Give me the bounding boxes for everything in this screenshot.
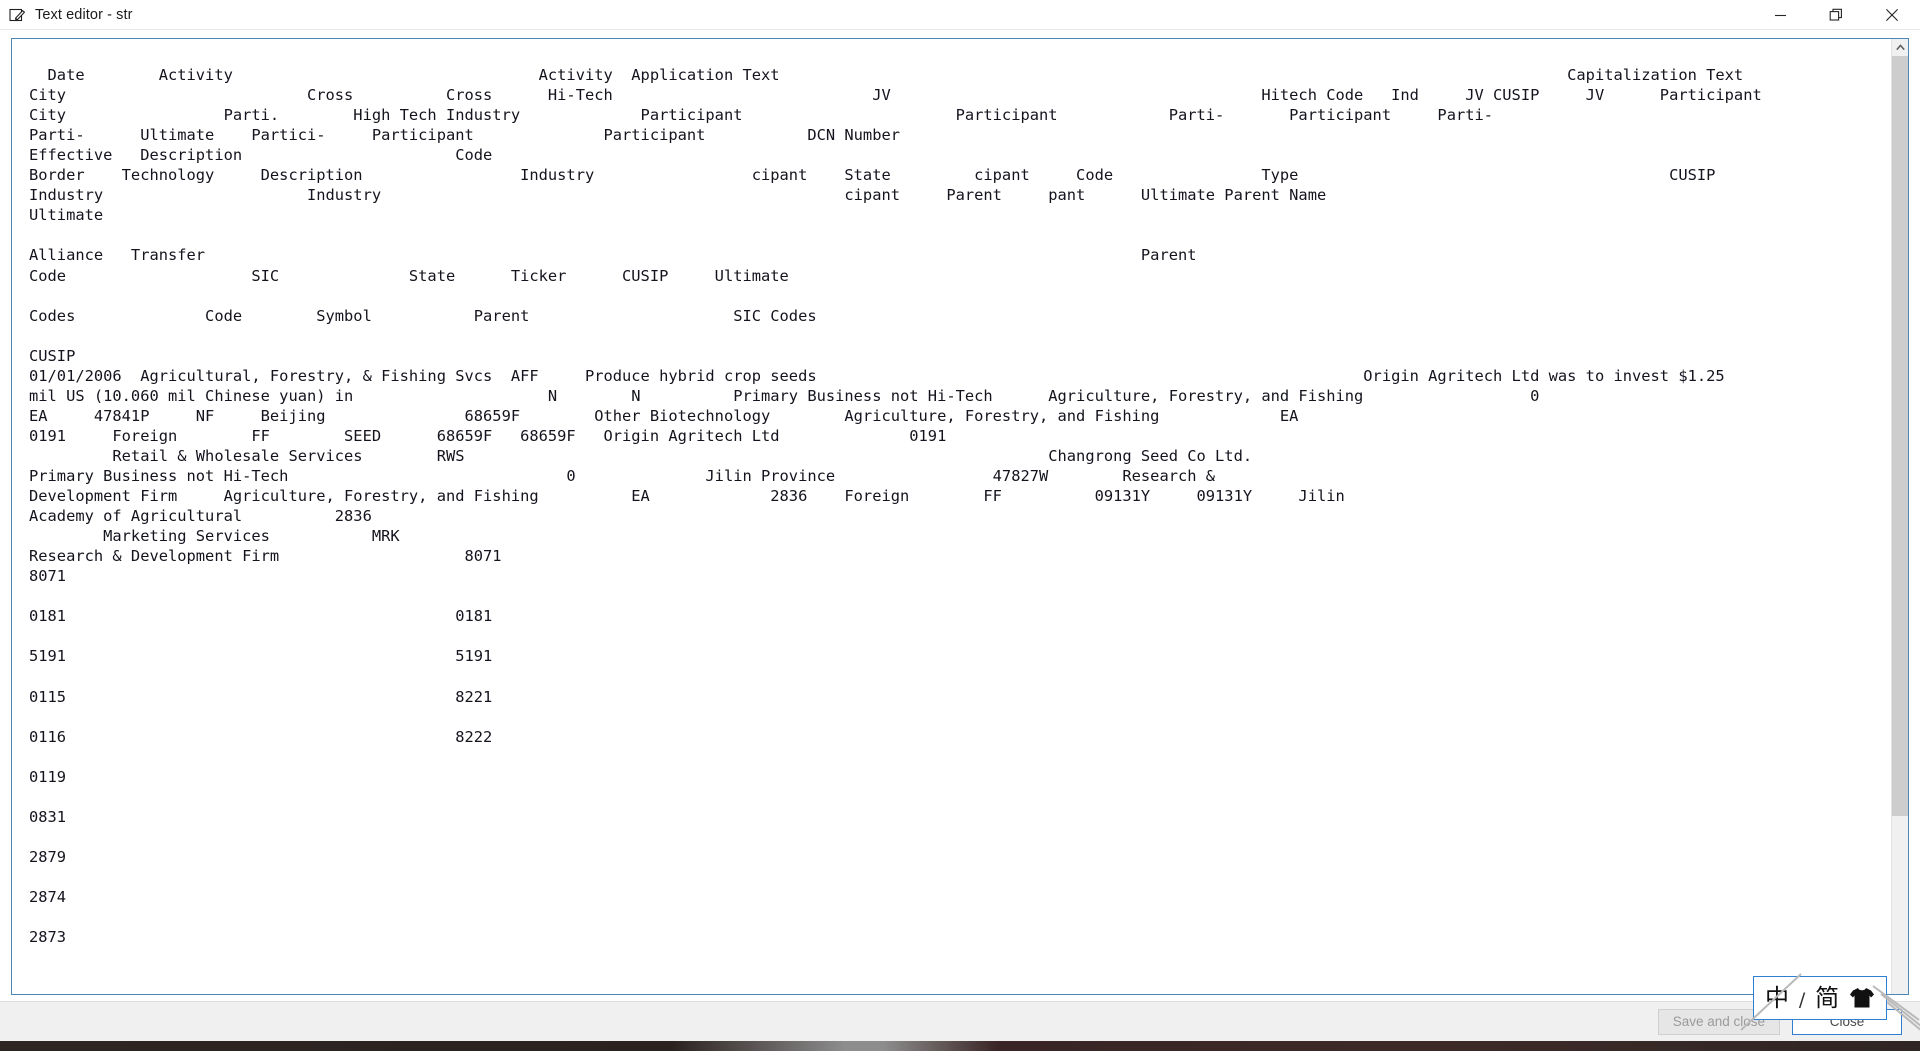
- scrollbar-thumb[interactable]: [1892, 56, 1908, 816]
- dialog-button-bar: Save and close Close: [0, 1001, 1920, 1041]
- close-button[interactable]: [1864, 0, 1920, 30]
- scrollbar-track[interactable]: [1892, 56, 1908, 994]
- titlebar: Text editor - str: [0, 0, 1920, 30]
- close-icon: [1885, 8, 1899, 22]
- ime-separator: /: [1798, 988, 1806, 1011]
- window-controls: [1752, 0, 1920, 30]
- desktop-taskbar[interactable]: [0, 1041, 1920, 1051]
- restore-button[interactable]: [1808, 0, 1864, 30]
- text-editor-window: Text editor - str Date Activity Activity…: [0, 0, 1920, 1041]
- ime-language-mode[interactable]: 中: [1765, 986, 1789, 1010]
- titlebar-left-group: Text editor - str: [0, 0, 133, 29]
- scrollbar-up-button[interactable]: [1892, 39, 1908, 56]
- editor-area: Date Activity Activity Application Text …: [0, 30, 1920, 1001]
- text-editor-frame: Date Activity Activity Application Text …: [11, 38, 1909, 995]
- restore-icon: [1829, 8, 1843, 22]
- ime-status-popup[interactable]: 中 / 简: [1753, 976, 1887, 1020]
- ime-script-mode[interactable]: 简: [1815, 986, 1839, 1010]
- vertical-scrollbar[interactable]: [1891, 39, 1908, 994]
- shirt-icon[interactable]: [1849, 987, 1875, 1009]
- minimize-icon: [1774, 9, 1787, 22]
- window-title: Text editor - str: [35, 6, 133, 23]
- chevron-up-icon: [1895, 44, 1905, 51]
- text-pane[interactable]: Date Activity Activity Application Text …: [12, 39, 1891, 994]
- edit-pencil-icon: [9, 6, 26, 23]
- text-editor-content[interactable]: Date Activity Activity Application Text …: [29, 45, 1891, 947]
- minimize-button[interactable]: [1752, 0, 1808, 30]
